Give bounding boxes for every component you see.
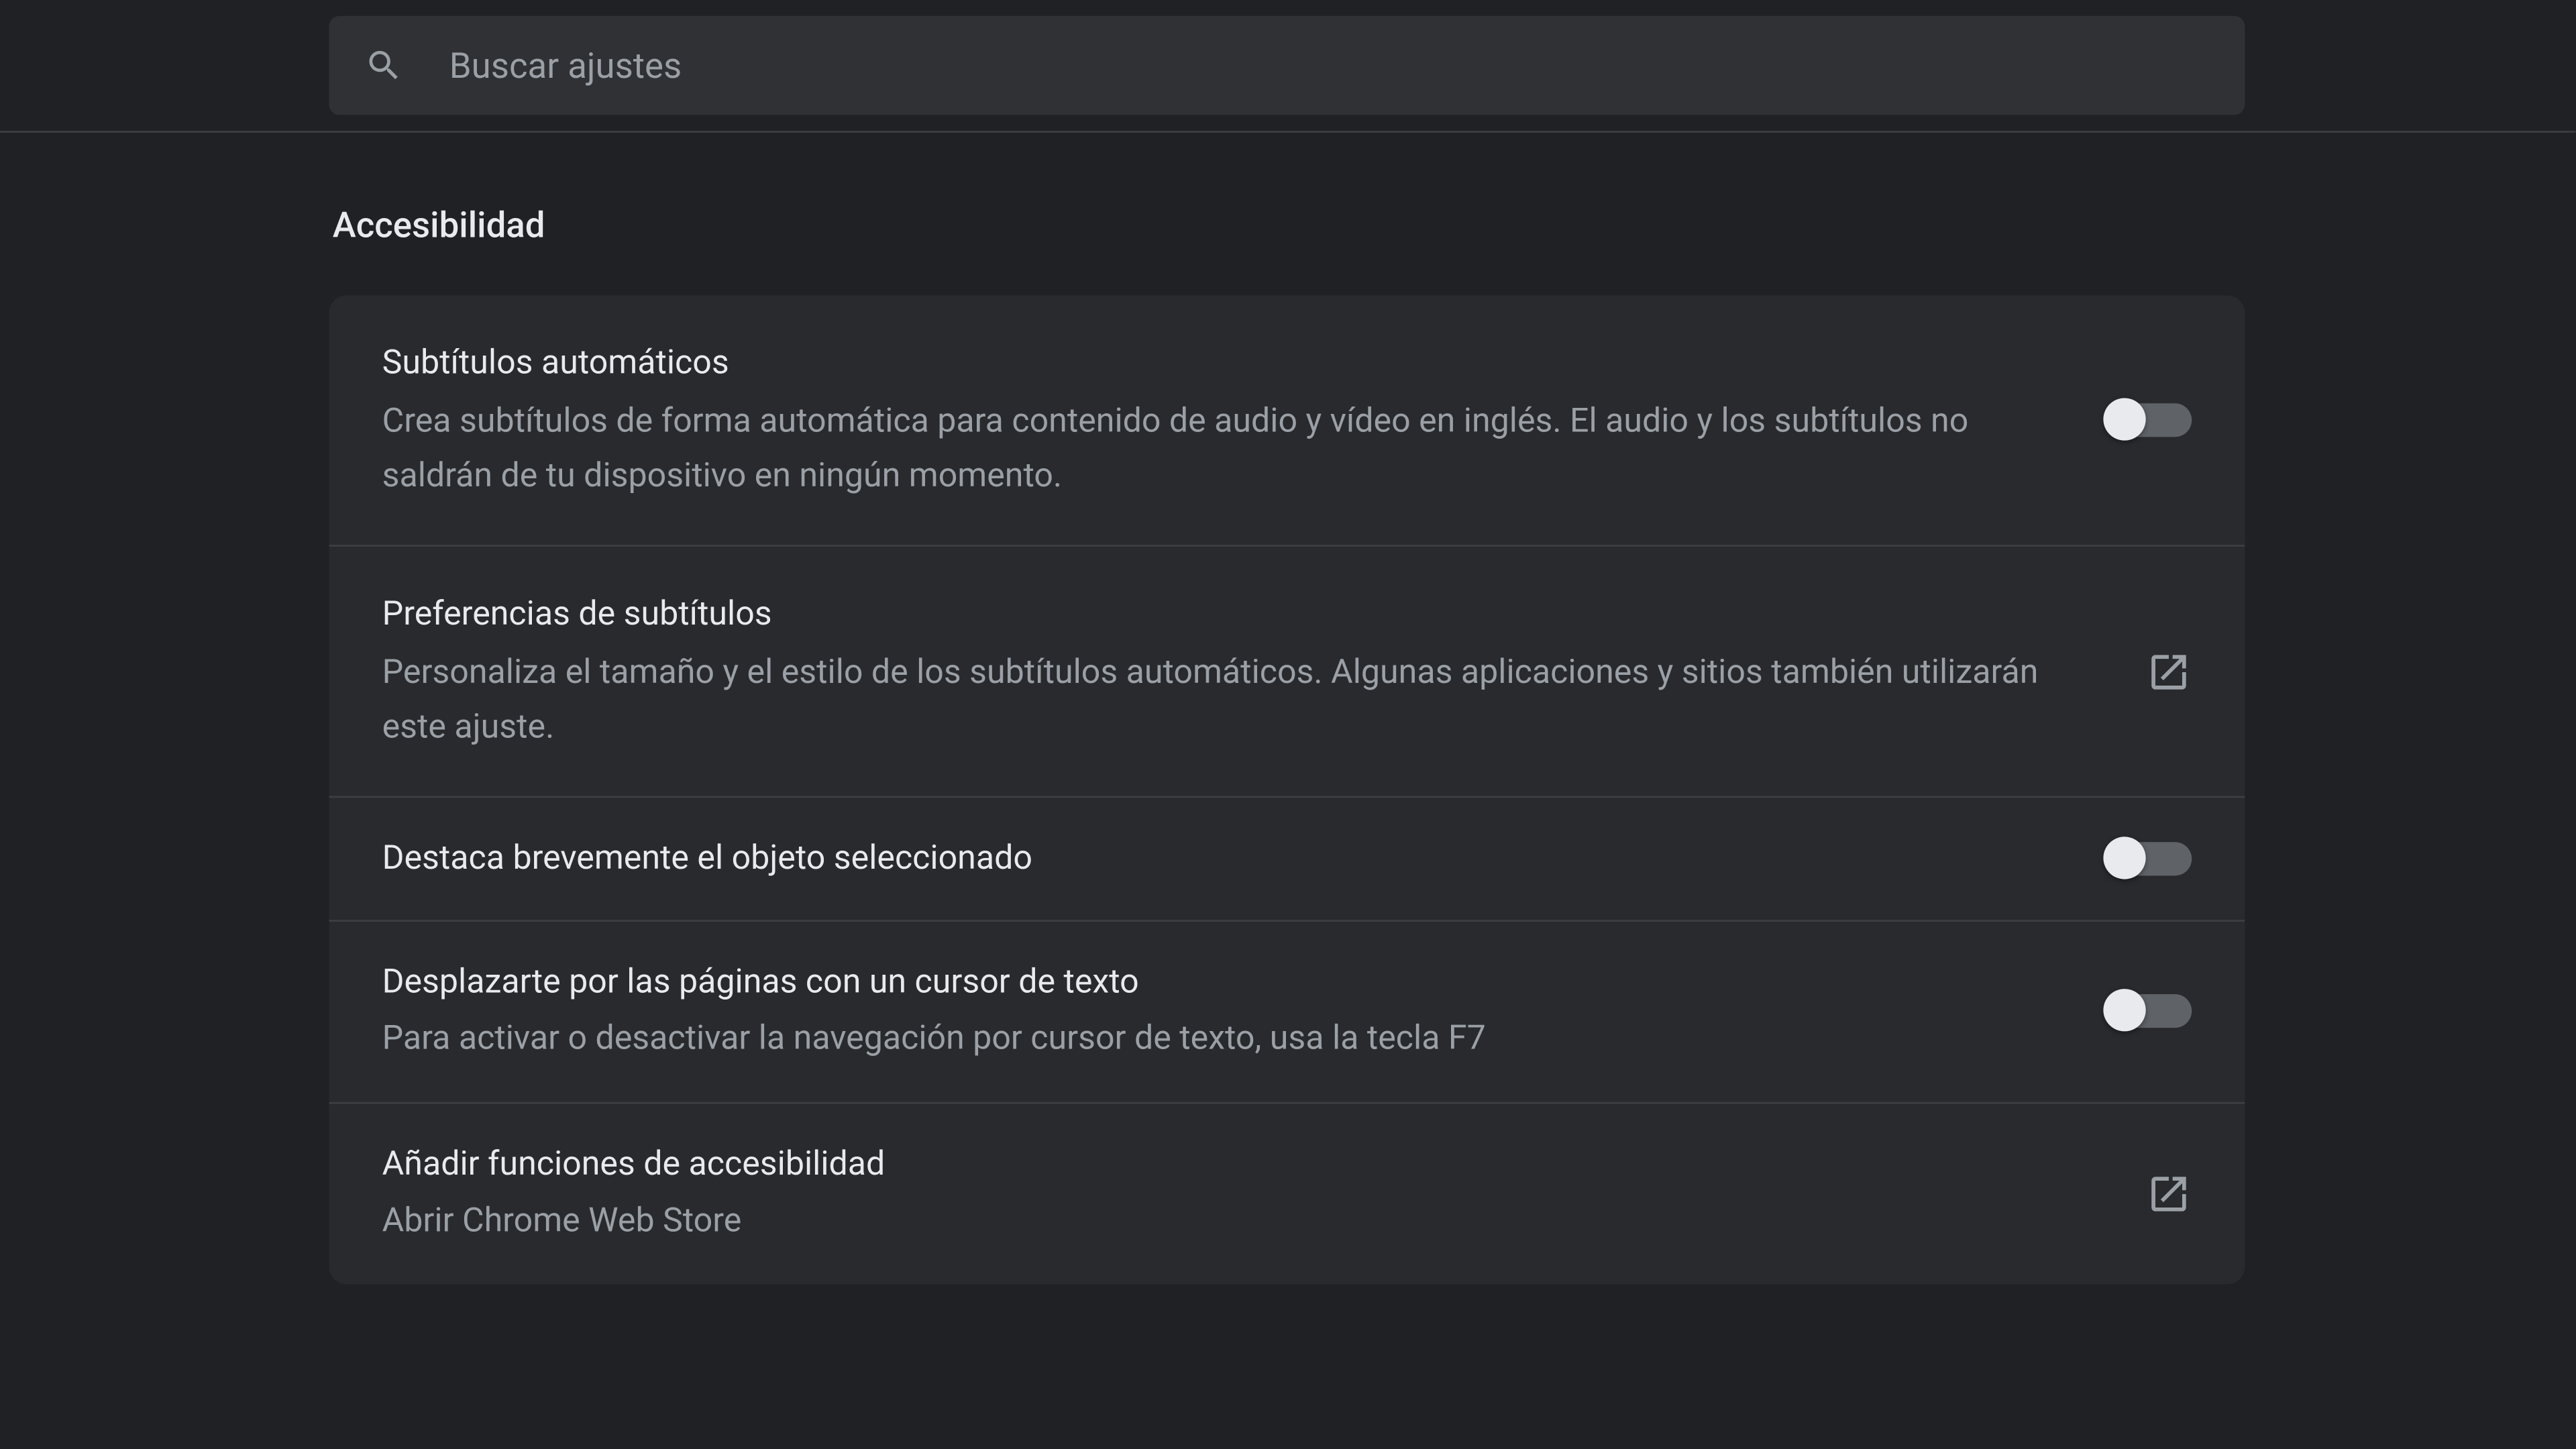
row-description: Crea subtítulos de forma automática para… [382,392,2054,502]
external-link-icon [2146,1171,2192,1217]
live-caption-toggle[interactable] [2107,403,2192,437]
search-input[interactable] [449,44,2210,87]
row-focus-highlight: Destaca brevemente el objeto seleccionad… [329,798,2245,921]
row-text: Destaca brevemente el objeto seleccionad… [382,834,2107,884]
caret-browsing-toggle[interactable] [2107,995,2192,1028]
row-control [2107,843,2192,876]
row-text: Subtítulos automáticos Crea subtítulos d… [382,338,2107,503]
row-title: Subtítulos automáticos [382,338,2054,388]
settings-card: Subtítulos automáticos Crea subtítulos d… [329,295,2245,1283]
row-text: Añadir funciones de accesibilidad Abrir … [382,1138,2146,1248]
row-control [2107,995,2192,1028]
row-live-caption: Subtítulos automáticos Crea subtítulos d… [329,295,2245,547]
row-title: Añadir funciones de accesibilidad [382,1138,2093,1189]
row-control [2107,403,2192,437]
main-content: Accesibilidad Subtítulos automáticos Cre… [0,133,2575,1284]
search-icon [364,46,403,85]
row-control [2146,649,2192,695]
row-description: Para activar o desactivar la navegación … [382,1011,2054,1067]
toggle-knob [2103,398,2145,441]
row-description: Personaliza el tamaño y el estilo de los… [382,643,2093,754]
row-caption-preferences[interactable]: Preferencias de subtítulos Personaliza e… [329,547,2245,798]
row-text: Preferencias de subtítulos Personaliza e… [382,590,2146,755]
row-add-accessibility-features[interactable]: Añadir funciones de accesibilidad Abrir … [329,1104,2245,1284]
row-caret-browsing: Desplazarte por las páginas con un curso… [329,922,2245,1104]
external-link-icon [2146,649,2192,695]
row-control [2146,1171,2192,1217]
row-description: Abrir Chrome Web Store [382,1193,2093,1248]
row-title: Desplazarte por las páginas con un curso… [382,957,2054,1007]
search-container[interactable] [329,16,2245,115]
row-title: Destaca brevemente el objeto seleccionad… [382,834,2054,884]
row-title: Preferencias de subtítulos [382,590,2093,640]
toggle-knob [2103,837,2145,879]
focus-highlight-toggle[interactable] [2107,843,2192,876]
toggle-knob [2103,989,2145,1032]
row-text: Desplazarte por las páginas con un curso… [382,957,2107,1066]
section-title: Accesibilidad [329,203,2245,246]
header-bar [0,0,2575,133]
